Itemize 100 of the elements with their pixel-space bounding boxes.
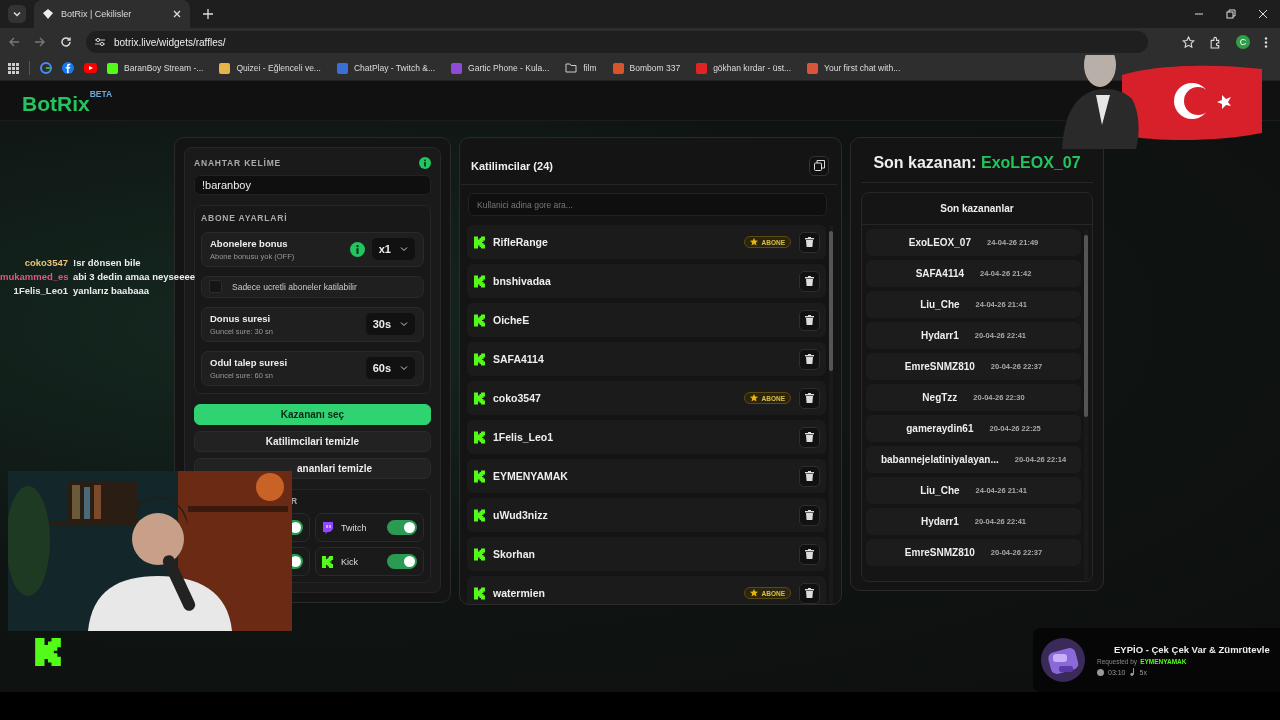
setting-title: Odul talep suresi xyxy=(210,356,289,368)
trash-icon xyxy=(805,315,814,325)
participant-row[interactable]: OicheE xyxy=(467,303,826,337)
keyword-field[interactable]: !baranboy xyxy=(194,175,431,195)
forward-icon[interactable] xyxy=(34,36,46,48)
chat-username: coko3547 xyxy=(23,257,68,268)
trash-icon xyxy=(805,432,814,442)
participant-name: Skorhan xyxy=(493,548,536,560)
trash-icon xyxy=(805,588,814,598)
site-icon xyxy=(336,62,348,74)
platform-label: Twitch xyxy=(341,522,368,533)
chevron-down-icon xyxy=(400,246,408,253)
apps-icon[interactable] xyxy=(8,62,19,74)
trash-icon xyxy=(805,276,814,286)
chat-message: yanlarız baabaaa xyxy=(73,285,151,296)
clear-button[interactable]: Katilimcilari temizle xyxy=(194,430,431,452)
list-title: Son kazananlar xyxy=(862,193,1092,225)
toggle-switch[interactable] xyxy=(387,520,417,535)
winner-name: Hydarr1 xyxy=(920,330,959,341)
scrollbar[interactable] xyxy=(1084,229,1088,581)
delete-button[interactable] xyxy=(799,387,820,409)
winner-name: SAFA4114 xyxy=(915,268,965,279)
scrollbar[interactable] xyxy=(829,225,833,604)
bookmark[interactable]: Quizei - Eğlenceli ve... xyxy=(219,62,321,74)
toggle-switch[interactable] xyxy=(387,554,417,569)
kick-icon xyxy=(474,274,485,288)
winner-name: Liu_Che xyxy=(920,299,960,310)
kick-icon xyxy=(474,547,485,561)
delete-button[interactable] xyxy=(799,309,820,331)
new-tab-icon[interactable] xyxy=(202,8,214,20)
copy-button[interactable] xyxy=(809,155,829,176)
bookmark[interactable]: Gartic Phone - Kula... xyxy=(451,62,550,74)
delete-button[interactable] xyxy=(799,270,820,292)
star-icon xyxy=(749,589,758,597)
pick-winner-button[interactable]: Kazananı seç xyxy=(194,403,431,425)
close-icon[interactable] xyxy=(172,9,182,19)
bookmark[interactable]: film xyxy=(565,63,597,73)
back-icon[interactable] xyxy=(8,36,20,48)
winner-name: Liu_Che xyxy=(920,485,960,496)
site-icon xyxy=(451,62,463,74)
site-settings-icon[interactable] xyxy=(94,36,106,48)
chat-message: !sr dönsen bile xyxy=(73,257,142,268)
kick-icon xyxy=(474,508,485,522)
bookmark[interactable]: Your first chat with... xyxy=(807,62,901,74)
checkbox-row[interactable]: Sadece ucretli aboneler katilabilir xyxy=(201,275,424,298)
kick-icon xyxy=(322,555,333,568)
logo[interactable]: BotRix xyxy=(22,92,90,116)
tab-list-icon[interactable] xyxy=(8,5,26,23)
extensions-icon[interactable] xyxy=(1209,35,1222,49)
winner-name: gameraydin61 xyxy=(906,423,974,434)
chat-message: abi 3 dedin amaa neyseeee xyxy=(73,271,196,282)
dropdown[interactable]: 30s xyxy=(365,313,415,336)
setting-title: Abonelere bonus xyxy=(210,237,289,249)
dropdown[interactable]: 60s xyxy=(365,357,415,380)
info-icon[interactable] xyxy=(349,241,365,257)
winner-name: Hydarr1 xyxy=(920,516,959,527)
delete-button[interactable] xyxy=(799,348,820,370)
bookmark[interactable]: gökhan kırdar - üst... xyxy=(696,62,792,74)
site-icon xyxy=(696,62,708,74)
search-field[interactable]: Kullanici adina gore ara... xyxy=(468,193,827,216)
bookmark[interactable]: BaranBoy Stream -... xyxy=(107,62,204,74)
browser-tab[interactable]: BotRix | Cekilisler xyxy=(34,0,190,28)
star-icon xyxy=(749,238,758,246)
trash-icon xyxy=(805,549,814,559)
delete-button[interactable] xyxy=(799,426,820,448)
participant-row[interactable]: 1Felis_Leo1 xyxy=(467,420,826,454)
info-icon[interactable] xyxy=(419,157,431,169)
dropdown[interactable]: x1 xyxy=(371,238,415,261)
delete-button[interactable] xyxy=(799,231,820,253)
bookmark-star-icon[interactable] xyxy=(1182,35,1195,49)
participant-name: RifleRange xyxy=(493,236,549,248)
chat-username: 1Felis_Leo1 xyxy=(12,285,68,296)
kick-icon xyxy=(474,352,485,366)
delete-button[interactable] xyxy=(799,465,820,487)
facebook-icon[interactable] xyxy=(62,62,74,74)
participant-row[interactable]: EYMENYAMAK xyxy=(467,459,826,493)
restore-icon[interactable] xyxy=(1226,9,1236,19)
section-label: R xyxy=(290,496,299,506)
trash-icon xyxy=(805,354,814,364)
address-bar[interactable]: botrix.live/widgets/raffles/ xyxy=(86,31,1148,53)
trash-icon xyxy=(805,510,814,520)
participant-row[interactable]: bnshivadaa xyxy=(467,264,826,298)
menu-icon[interactable] xyxy=(1264,35,1268,49)
chat-username: mukammed_es xyxy=(0,271,68,282)
site-icon xyxy=(807,62,819,74)
delete-button[interactable] xyxy=(799,543,820,565)
participant-row[interactable]: SAFA4114 xyxy=(467,342,826,376)
section-label: ABONE AYARLARİ xyxy=(201,212,289,223)
setting-title: Donus suresi xyxy=(210,312,272,324)
participant-row[interactable]: Skorhan xyxy=(467,537,826,571)
delete-button[interactable] xyxy=(799,582,820,604)
close-icon[interactable] xyxy=(1258,9,1268,19)
trash-icon xyxy=(805,237,814,247)
participant-name: coko3547 xyxy=(493,392,542,404)
bookmark[interactable]: ChatPlay - Twitch &... xyxy=(336,62,436,74)
reload-icon[interactable] xyxy=(60,36,72,48)
video-play-icon[interactable] xyxy=(84,63,97,73)
bookmark[interactable]: Bombom 337 xyxy=(612,62,681,74)
delete-button[interactable] xyxy=(799,504,820,526)
participant-row[interactable]: uWud3nizz xyxy=(467,498,826,532)
